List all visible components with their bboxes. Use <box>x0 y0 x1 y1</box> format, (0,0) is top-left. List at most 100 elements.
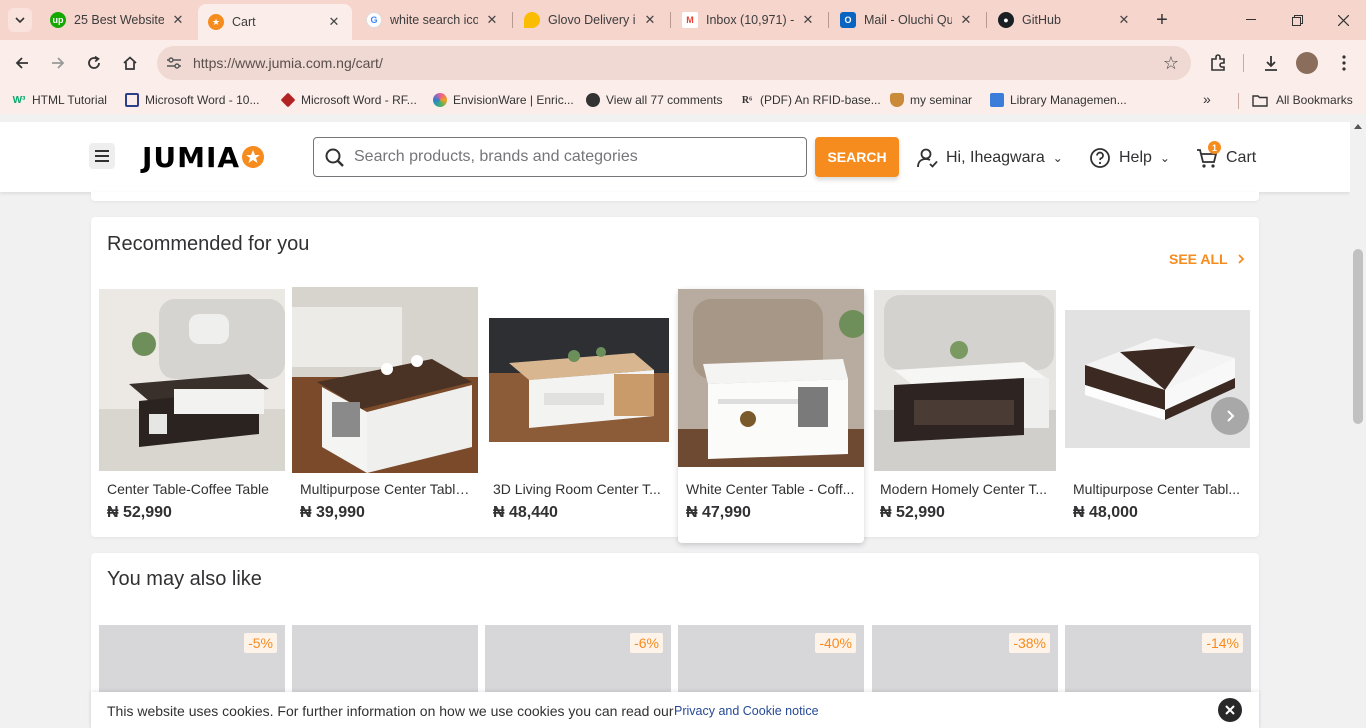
close-icon[interactable]: ✕ <box>170 12 186 28</box>
back-button[interactable] <box>9 50 35 76</box>
extensions-icon[interactable] <box>1207 52 1229 74</box>
bookmarks-overflow-icon[interactable]: » <box>1203 91 1211 107</box>
product-image[interactable] <box>292 287 478 473</box>
scroll-up-arrow-icon[interactable] <box>1354 124 1362 129</box>
jumia-logo[interactable]: JUMIA <box>142 140 265 174</box>
home-icon <box>123 56 137 70</box>
bookmark-label: EnvisionWare | Enric... <box>453 93 574 107</box>
product-card[interactable]: Multipurpose Center Table... ₦ 39,990 <box>292 287 478 543</box>
bookmark-my-seminar[interactable]: my seminar <box>890 91 972 109</box>
bookmark-envisionware[interactable]: EnvisionWare | Enric... <box>433 91 574 109</box>
account-menu[interactable]: Hi, Iheagwara ⌄ <box>916 144 1063 172</box>
search-input[interactable] <box>354 146 794 168</box>
bookmark-word-rf[interactable]: Microsoft Word - RF... <box>280 91 417 109</box>
restore-button[interactable] <box>1274 0 1320 40</box>
product-image[interactable] <box>678 289 864 467</box>
tab-github[interactable]: ● GitHub ✕ <box>988 4 1142 36</box>
see-all-label: SEE ALL <box>1169 251 1228 267</box>
product-name[interactable]: Multipurpose Center Tabl... <box>1073 481 1245 497</box>
cart-count-badge: 1 <box>1208 141 1221 154</box>
product-name[interactable]: White Center Table - Coff... <box>686 481 858 497</box>
upwork-icon: up <box>50 12 66 28</box>
close-icon[interactable]: ✕ <box>958 12 974 28</box>
minimize-icon <box>1246 19 1256 20</box>
privacy-link[interactable]: Privacy and Cookie notice <box>674 704 819 718</box>
minimize-button[interactable] <box>1228 0 1274 40</box>
page-scrollbar[interactable] <box>1350 114 1366 728</box>
all-bookmarks-button[interactable]: All Bookmarks <box>1252 91 1353 109</box>
tab-outlook[interactable]: O Mail - Oluchi Qu ✕ <box>830 4 984 36</box>
bookmarks-divider <box>1238 93 1239 109</box>
product-name[interactable]: Multipurpose Center Table... <box>300 481 472 497</box>
url-text[interactable]: https://www.jumia.com.ng/cart/ <box>193 55 383 71</box>
carousel-next-button[interactable] <box>1211 397 1249 435</box>
chevron-down-icon <box>15 17 25 23</box>
see-all-link[interactable]: SEE ALL <box>1169 251 1246 267</box>
product-card[interactable]: White Center Table - Coff... ₦ 47,990 <box>678 289 864 543</box>
close-icon[interactable]: ✕ <box>326 14 342 30</box>
bookmark-label: (PDF) An RFID-base... <box>760 93 881 107</box>
download-icon[interactable] <box>1260 52 1282 74</box>
tab-search-button[interactable] <box>8 8 32 32</box>
menu-kebab-icon[interactable] <box>1333 52 1355 74</box>
bookmark-word-10[interactable]: Microsoft Word - 10... <box>125 91 259 109</box>
cookie-close-button[interactable] <box>1218 698 1242 722</box>
home-button[interactable] <box>117 50 143 76</box>
close-icon <box>1337 14 1349 26</box>
tab-cart[interactable]: ★ Cart ✕ <box>198 4 352 40</box>
product-card[interactable]: Modern Homely Center T... ₦ 52,990 <box>872 289 1058 543</box>
bookmark-star-icon[interactable]: ☆ <box>1163 53 1179 74</box>
reload-button[interactable] <box>81 50 107 76</box>
close-icon[interactable]: ✕ <box>800 12 816 28</box>
product-card[interactable]: Center Table-Coffee Table ₦ 52,990 <box>99 289 285 543</box>
bookmark-comments[interactable]: View all 77 comments <box>586 91 723 109</box>
search-button[interactable]: SEARCH <box>815 137 899 177</box>
toolbar-divider <box>1243 54 1244 72</box>
close-icon[interactable]: ✕ <box>642 12 658 28</box>
discount-badge: -40% <box>815 633 856 653</box>
bookmarks-bar: W³ HTML Tutorial Microsoft Word - 10... … <box>0 86 1366 114</box>
product-card[interactable]: 3D Living Room Center T... ₦ 48,440 <box>485 289 671 543</box>
search-icon <box>325 148 344 167</box>
site-info-icon[interactable] <box>165 54 183 72</box>
product-image[interactable] <box>874 290 1056 471</box>
tab-google[interactable]: G white search ico ✕ <box>356 4 510 36</box>
arrow-right-icon <box>52 57 65 69</box>
product-price: ₦ 39,990 <box>300 504 365 521</box>
scrollbar-thumb[interactable] <box>1353 249 1363 424</box>
tab-title: 25 Best Website <box>74 13 164 27</box>
gmail-icon: M <box>682 12 698 28</box>
section-title: Recommended for you <box>107 233 310 255</box>
bookmark-label: View all 77 comments <box>606 93 723 107</box>
tab-upwork[interactable]: up 25 Best Website ✕ <box>40 4 196 36</box>
tab-gmail[interactable]: M Inbox (10,971) - ✕ <box>672 4 826 36</box>
tab-glovo[interactable]: Glovo Delivery in ✕ <box>514 4 668 36</box>
close-icon[interactable]: ✕ <box>1116 12 1132 28</box>
discount-badge: -38% <box>1009 633 1050 653</box>
close-icon[interactable]: ✕ <box>484 12 500 28</box>
bookmark-html-tutorial[interactable]: W³ HTML Tutorial <box>12 91 107 109</box>
chevron-right-icon <box>1237 254 1244 264</box>
product-image[interactable] <box>99 289 285 471</box>
product-name[interactable]: Center Table-Coffee Table <box>107 481 279 497</box>
help-menu[interactable]: Help ⌄ <box>1089 144 1170 172</box>
seminar-icon <box>890 93 904 107</box>
previous-section-edge <box>91 192 1259 201</box>
close-window-button[interactable] <box>1320 0 1366 40</box>
cart-link[interactable]: Cart <box>1196 144 1256 172</box>
library-icon <box>990 93 1004 107</box>
product-name[interactable]: Modern Homely Center T... <box>880 481 1052 497</box>
bookmark-label: Library Managemen... <box>1010 93 1127 107</box>
bookmark-library[interactable]: Library Managemen... <box>990 91 1127 109</box>
bookmark-rfid-pdf[interactable]: R⁶ (PDF) An RFID-base... <box>740 91 881 109</box>
product-name[interactable]: 3D Living Room Center T... <box>493 481 665 497</box>
hamburger-menu-icon[interactable] <box>89 143 115 169</box>
forward-button[interactable] <box>45 50 71 76</box>
product-image[interactable] <box>489 318 669 442</box>
address-bar[interactable]: https://www.jumia.com.ng/cart/ ☆ <box>157 46 1191 80</box>
account-label: Hi, Iheagwara <box>946 149 1045 166</box>
profile-avatar[interactable] <box>1296 52 1318 74</box>
page-viewport: JUMIA SEARCH Hi, Iheagwara ⌄ Help ⌄ Cart… <box>0 114 1366 728</box>
logo-text: JUMIA <box>142 140 241 174</box>
new-tab-button[interactable]: + <box>1150 8 1174 32</box>
